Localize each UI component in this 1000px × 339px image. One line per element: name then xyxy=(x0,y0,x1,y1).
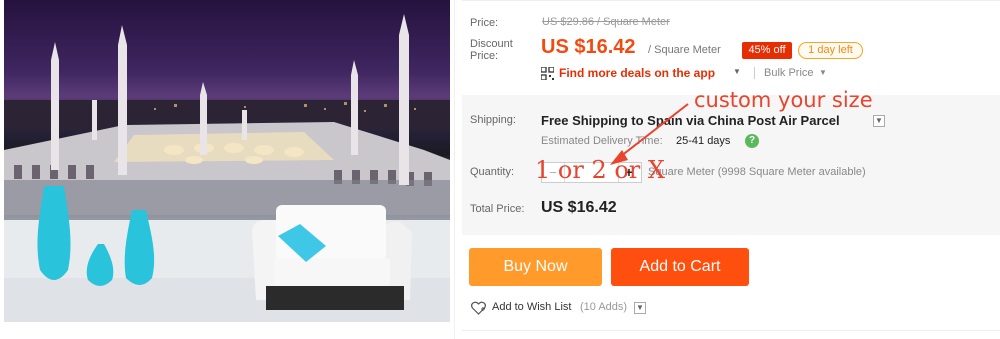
annotation-arrow xyxy=(610,103,689,165)
annotation-custom-size: custom your size xyxy=(694,88,873,112)
annotation-quantity-note: 1 or 2 or X xyxy=(535,156,665,184)
